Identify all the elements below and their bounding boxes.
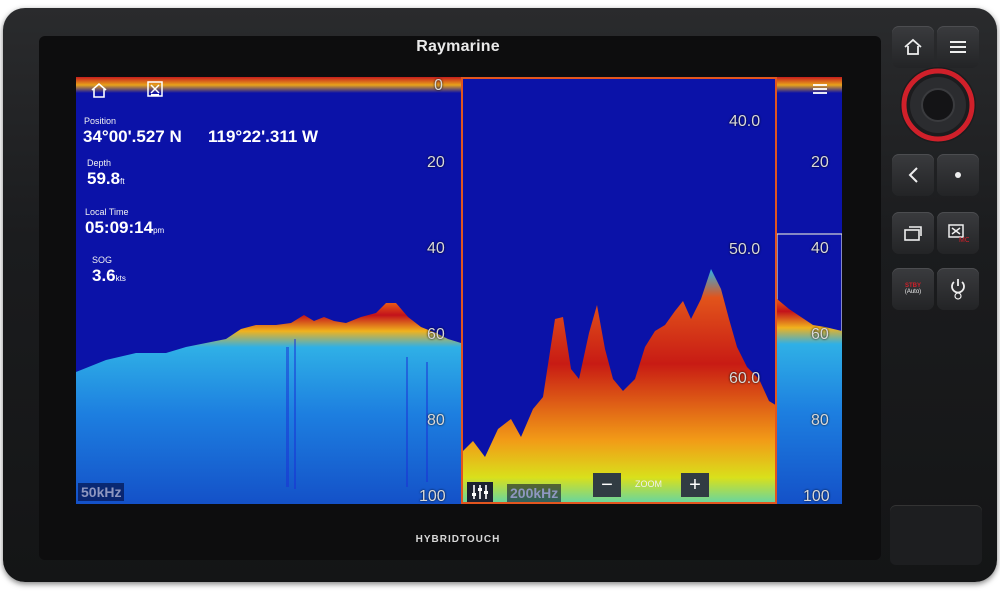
depth-tick-60: 60 xyxy=(427,326,445,343)
settings-sliders-icon[interactable] xyxy=(467,482,493,502)
pilot-button[interactable]: STBY (Auto) xyxy=(892,268,934,310)
zoom-out-button[interactable]: − xyxy=(593,473,621,497)
sog-number: 3.6 xyxy=(92,266,116,285)
card-slot-door[interactable] xyxy=(890,505,982,565)
ref-depth-tick-100: 100 xyxy=(803,488,830,504)
sog-value: 3.6kts xyxy=(92,266,126,286)
ref-depth-tick-40: 40 xyxy=(811,240,829,257)
switch-panes-icon xyxy=(904,226,922,241)
mob-button[interactable]: MOB xyxy=(937,212,979,254)
pilot-auto-label: (Auto) xyxy=(904,289,922,295)
depth-tick-0: 0 xyxy=(434,77,443,94)
switch-panes-button[interactable] xyxy=(892,212,934,254)
svg-text:MOB: MOB xyxy=(959,237,969,243)
depth-tick-100: 100 xyxy=(419,488,446,504)
frequency-label-left: 50kHz xyxy=(78,483,125,501)
zoom-label: ZOOM xyxy=(635,479,662,489)
sonar-screen: 0 20 40 60 80 100 50kHz 40.0 50.0 60.0 2… xyxy=(76,77,842,504)
ref-depth-tick-20: 20 xyxy=(811,154,829,171)
time-number: 05:09:14 xyxy=(85,218,154,237)
depth-tick-20: 20 xyxy=(427,154,445,171)
ref-depth-tick-60: 60 xyxy=(811,326,829,343)
back-icon xyxy=(908,167,918,183)
brand-logo: Raymarine xyxy=(416,38,500,55)
menu-hw-icon xyxy=(950,41,966,53)
frequency-label-zoom: 200kHz xyxy=(507,484,562,502)
sonar-image-zoom xyxy=(463,79,775,502)
sog-label: SOG xyxy=(92,255,113,265)
zoom-depth-tick-40: 40.0 xyxy=(729,113,761,130)
sog-unit: kts xyxy=(115,274,126,283)
zoom-depth-tick-50: 50.0 xyxy=(729,241,761,258)
home-hw-button[interactable] xyxy=(892,26,934,68)
ref-depth-tick-80: 80 xyxy=(811,412,829,429)
depth-unit: ft xyxy=(120,177,125,186)
depth-tick-80: 80 xyxy=(427,412,445,429)
home-hw-icon xyxy=(904,38,922,55)
sonar-pane-reference[interactable]: 20 40 60 80 100 xyxy=(777,77,842,504)
time-unit: pm xyxy=(153,226,165,235)
depth-value: 59.8ft xyxy=(87,169,125,189)
sonar-image-right xyxy=(777,77,842,504)
ok-dot-icon xyxy=(955,172,961,178)
waypoint-icon[interactable] xyxy=(142,79,168,99)
home-icon[interactable] xyxy=(86,80,112,100)
position-latitude: 34°00'.527 N xyxy=(83,127,182,146)
zoom-in-button[interactable]: + xyxy=(681,473,709,497)
hybridtouch-label: HYBRIDTOUCH xyxy=(415,534,501,545)
position-label: Position xyxy=(84,116,117,126)
depth-tick-40: 40 xyxy=(427,240,445,257)
position-longitude: 119°22'.311 W xyxy=(208,127,319,146)
menu-hw-button[interactable] xyxy=(937,26,979,68)
local-time-value: 05:09:14pm xyxy=(85,218,164,238)
power-icon xyxy=(951,279,965,300)
depth-number: 59.8 xyxy=(87,169,121,188)
zoom-depth-tick-60: 60.0 xyxy=(729,370,761,387)
menu-icon[interactable] xyxy=(807,79,833,99)
back-hw-button[interactable] xyxy=(892,154,934,196)
unicontrol-knob[interactable] xyxy=(892,66,982,144)
sonar-pane-zoom[interactable]: 40.0 50.0 60.0 200kHz − ZOOM + xyxy=(461,77,777,504)
local-time-label: Local Time xyxy=(85,207,129,217)
ok-hw-button[interactable] xyxy=(937,154,979,196)
power-button[interactable] xyxy=(937,268,979,310)
depth-label: Depth xyxy=(87,158,112,168)
mob-icon: MOB xyxy=(948,224,969,243)
